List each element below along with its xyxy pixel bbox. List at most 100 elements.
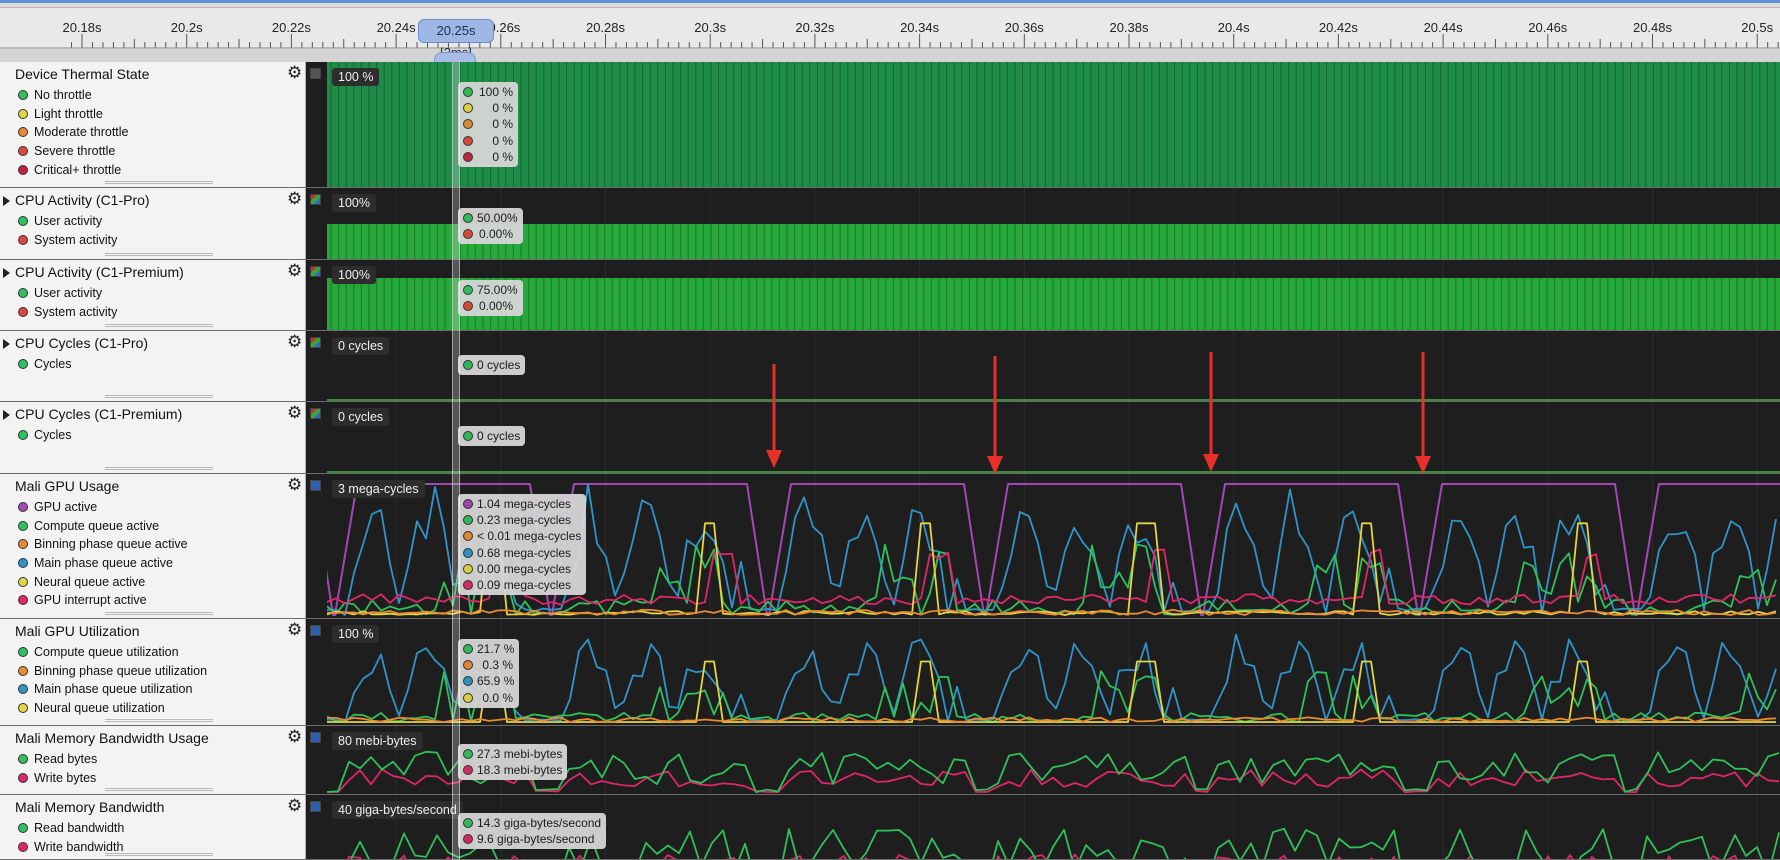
track-color-swatch[interactable] [310, 337, 321, 348]
series-list: GPU active Compute queue active Binning ph… [18, 498, 188, 610]
series-item[interactable]: Main phase queue utilization [18, 680, 207, 699]
gear-icon[interactable]: ⚙ [287, 797, 302, 815]
track-resize-grip[interactable] [105, 853, 213, 856]
ruler-tick-label: 20.28s [585, 20, 626, 35]
tooltip-value: 0.0 % [482, 690, 513, 705]
series-label: Read bandwidth [34, 821, 125, 836]
series-item[interactable]: User activity [18, 212, 117, 231]
plot-canvas [327, 188, 1780, 259]
series-item[interactable]: No throttle [18, 86, 129, 105]
track-color-swatch[interactable] [310, 194, 321, 205]
series-item[interactable]: Light throttle [18, 105, 129, 124]
tooltip-color-dot [463, 285, 473, 296]
track-plot[interactable]: 100% 75.00% 0.00% [327, 260, 1780, 330]
tooltip-row: 0 % [463, 100, 513, 116]
gear-icon[interactable]: ⚙ [287, 333, 302, 351]
tooltip-row: 0 cycles [463, 357, 520, 373]
series-item[interactable]: Severe throttle [18, 142, 129, 161]
series-label: System activity [34, 232, 118, 247]
track-color-swatch[interactable] [310, 408, 321, 419]
series-item[interactable]: Compute queue active [18, 517, 188, 536]
ruler-tick-label: 20.38s [1109, 20, 1149, 35]
series-color-dot [18, 647, 28, 658]
expand-triangle-icon[interactable] [3, 410, 10, 420]
series-color-dot [18, 164, 28, 175]
track-color-swatch[interactable] [310, 68, 321, 79]
track-plot[interactable]: 3 mega-cycles 1.04 mega-cycles 0.23 mega-c… [327, 474, 1780, 618]
tooltip-color-dot [463, 676, 473, 687]
track-cpu-pro: CPU Activity (C1-Pro) User activity System… [0, 188, 1780, 260]
track-resize-grip[interactable] [105, 467, 213, 470]
tooltip-value: 14.3 giga-bytes/second [477, 816, 602, 831]
tooltip-color-dot [463, 119, 473, 130]
tooltip-row: 50.00% [463, 210, 518, 226]
series-color-dot [18, 234, 28, 245]
series-item[interactable]: System activity [18, 303, 117, 322]
series-item[interactable]: Cycles [18, 355, 72, 374]
series-item[interactable]: Binning phase queue active [18, 535, 188, 554]
tooltip-value: 0.00 mega-cycles [477, 561, 572, 576]
track-plot[interactable]: 0 cycles 0 cycles [327, 331, 1780, 401]
series-item[interactable]: Write bytes [18, 769, 97, 788]
timeline-ruler[interactable]: 20.18s 20.2s 20.22s 20.24s 20.26s 20.28s 20.3s… [0, 8, 1780, 68]
series-color-dot [18, 359, 28, 370]
series-item[interactable]: Binning phase queue utilization [18, 662, 207, 681]
cursor-time-badge[interactable]: 20.25s [2ms] [418, 19, 494, 60]
gear-icon[interactable]: ⚙ [287, 621, 302, 639]
series-label: System activity [34, 304, 118, 319]
track-plot[interactable]: 100 % 100 % 0 % 0 % 0 % 0 % [327, 62, 1780, 187]
series-item[interactable]: User activity [18, 284, 117, 303]
track-color-swatch[interactable] [310, 266, 321, 277]
expand-triangle-icon[interactable] [3, 339, 10, 349]
gear-icon[interactable]: ⚙ [287, 728, 302, 746]
track-color-swatch[interactable] [310, 732, 321, 743]
gear-icon[interactable]: ⚙ [287, 404, 302, 422]
series-item[interactable]: Compute queue utilization [18, 643, 207, 662]
gear-icon[interactable]: ⚙ [287, 64, 302, 82]
series-item[interactable]: Read bandwidth [18, 819, 124, 838]
track-plot[interactable]: 100% 50.00% 0.00% [327, 188, 1780, 259]
gear-icon[interactable]: ⚙ [287, 190, 302, 208]
series-item[interactable]: System activity [18, 231, 117, 250]
track-resize-grip[interactable] [105, 253, 213, 256]
track-resize-grip[interactable] [105, 719, 213, 722]
series-write-bandwidth [347, 853, 1738, 859]
series-label: Cycles [34, 357, 72, 372]
series-item[interactable]: Neural queue active [18, 572, 188, 591]
track-title: CPU Cycles (C1-Premium) [15, 406, 183, 422]
tooltip-row: 0 % [463, 149, 513, 165]
series-item[interactable]: Neural queue utilization [18, 699, 207, 718]
expand-triangle-icon[interactable] [3, 268, 10, 278]
tooltip-color-dot [463, 360, 473, 371]
track-color-swatch[interactable] [310, 480, 321, 491]
track-legend: CPU Activity (C1-Pro) User activity System… [0, 188, 306, 259]
tooltip-value: 75.00% [477, 283, 518, 298]
expand-triangle-icon[interactable] [3, 196, 10, 206]
series-color-dot [18, 576, 28, 587]
track-plot[interactable]: 40 giga-bytes/second 14.3 giga-bytes/seco… [327, 795, 1780, 859]
track-resize-grip[interactable] [105, 788, 213, 791]
scale-badge: 0 cycles [332, 408, 390, 426]
track-plot[interactable]: 100 % 21.7 % 0.3 % 65.9 % 0.0 % [327, 619, 1780, 725]
track-resize-grip[interactable] [105, 324, 213, 327]
profiler-window: 20.18s 20.2s 20.22s 20.24s 20.26s 20.28s 20.3s… [0, 0, 1780, 860]
cursor-value-tooltip: 0 cycles [458, 355, 526, 376]
series-item[interactable]: GPU interrupt active [18, 591, 188, 610]
series-item[interactable]: Main phase queue active [18, 554, 188, 573]
series-item[interactable]: GPU active [18, 498, 188, 517]
series-item[interactable]: Read bytes [18, 750, 97, 769]
series-item[interactable]: Cycles [18, 426, 72, 445]
track-color-swatch[interactable] [310, 801, 321, 812]
series-item[interactable]: Critical+ throttle [18, 160, 129, 179]
track-resize-grip[interactable] [105, 395, 213, 398]
tooltip-value: 0.68 mega-cycles [477, 545, 572, 560]
gear-icon[interactable]: ⚙ [287, 476, 302, 494]
track-resize-grip[interactable] [105, 181, 213, 184]
track-plot[interactable]: 0 cycles 0 cycles [327, 402, 1780, 473]
series-item[interactable]: Moderate throttle [18, 123, 129, 142]
gear-icon[interactable]: ⚙ [287, 262, 302, 280]
track-resize-grip[interactable] [105, 612, 213, 615]
tooltip-row: 21.7 % [463, 641, 514, 657]
track-color-swatch[interactable] [310, 625, 321, 636]
track-plot[interactable]: 80 mebi-bytes 27.3 mebi-bytes 18.3 mebi-by… [327, 726, 1780, 794]
